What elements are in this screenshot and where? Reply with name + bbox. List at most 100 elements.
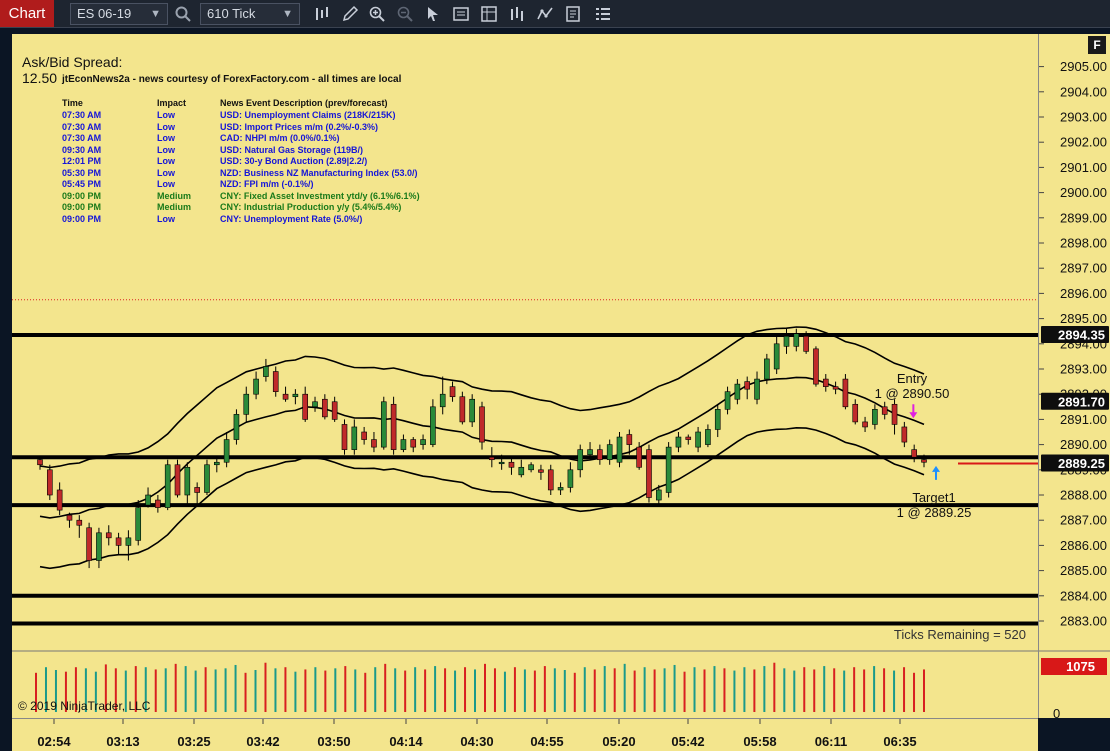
candle-body bbox=[862, 421, 868, 428]
candle bbox=[685, 434, 692, 445]
candle bbox=[194, 482, 200, 506]
candle bbox=[822, 374, 829, 392]
time-tick-label: 05:58 bbox=[743, 734, 776, 749]
candle-body bbox=[842, 378, 849, 408]
properties-icon[interactable] bbox=[452, 5, 470, 23]
bar-type-icon[interactable] bbox=[313, 5, 331, 23]
candle-body bbox=[685, 436, 692, 440]
list-icon[interactable] bbox=[594, 5, 612, 23]
candle bbox=[322, 394, 328, 420]
candle bbox=[243, 386, 250, 422]
news-row: 05:30 PM Low NZD: Business NZ Manufacturin… bbox=[0, 168, 500, 179]
news-time: 07:30 AM bbox=[62, 110, 102, 120]
candle bbox=[449, 381, 456, 402]
candle bbox=[223, 432, 230, 468]
target-order-label: 1 @ 2889.25 bbox=[897, 505, 972, 520]
candle-body bbox=[734, 383, 741, 400]
candle bbox=[272, 366, 279, 397]
candle-body bbox=[597, 449, 603, 461]
news-time: 05:45 PM bbox=[62, 179, 102, 189]
candle bbox=[233, 409, 240, 445]
candle-body bbox=[371, 439, 377, 448]
price-tick-label: 2903.00 bbox=[1060, 110, 1107, 125]
instrument-selector[interactable]: ES 06-19 ▼ bbox=[70, 3, 168, 25]
candle bbox=[479, 401, 485, 450]
candle-body bbox=[636, 446, 642, 468]
pointer-icon[interactable] bbox=[424, 5, 442, 23]
candle bbox=[567, 462, 574, 493]
candle bbox=[646, 444, 652, 503]
candle-body bbox=[351, 426, 358, 450]
candle bbox=[253, 371, 259, 400]
candle-body bbox=[263, 366, 269, 377]
copyright-label: © 2019 NinjaTrader, LLC bbox=[18, 699, 151, 713]
candle-body bbox=[86, 527, 92, 561]
chart-tab[interactable]: Chart bbox=[0, 0, 54, 27]
candle-body bbox=[410, 439, 417, 448]
instrument-value: ES 06-19 bbox=[77, 6, 132, 21]
time-tick-label: 04:14 bbox=[389, 734, 423, 749]
candle bbox=[145, 487, 151, 508]
candle-body bbox=[459, 396, 466, 423]
price-tick-label: 2888.00 bbox=[1060, 488, 1107, 503]
candle-body bbox=[498, 461, 505, 465]
news-desc: USD: 30-y Bond Auction (2.89|2.2/) bbox=[220, 156, 368, 166]
candle-body bbox=[469, 398, 475, 423]
news-header-description: News Event Description (prev/forecast) bbox=[220, 98, 388, 108]
news-time: 09:00 PM bbox=[62, 213, 102, 224]
price-tick-label: 2901.00 bbox=[1060, 160, 1107, 175]
candle-body bbox=[921, 459, 927, 463]
strategies-icon[interactable] bbox=[536, 5, 554, 23]
news-desc: USD: Natural Gas Storage (119B/) bbox=[220, 144, 364, 155]
candle bbox=[852, 399, 859, 425]
candle bbox=[105, 525, 112, 546]
candle bbox=[862, 416, 868, 432]
time-tick-label: 02:54 bbox=[37, 734, 71, 749]
f-button[interactable]: F bbox=[1088, 36, 1106, 54]
candle bbox=[459, 391, 466, 425]
candle bbox=[793, 328, 800, 352]
price-tick-label: 2883.00 bbox=[1060, 614, 1107, 629]
price-tick-label: 2904.00 bbox=[1060, 84, 1107, 99]
price-axis[interactable]: 2883.00 2884.00 2885.00 2886.00 2887.00 2888.… bbox=[1038, 34, 1110, 721]
news-desc: NZD: Business NZ Manufacturing Index (53… bbox=[220, 167, 418, 178]
candle bbox=[705, 424, 711, 448]
time-axis-svg: 02:54 03:13 03:25 03:42 03:50 04:14 04:30 04:55… bbox=[37, 719, 917, 749]
price-tick-label: 2891.00 bbox=[1060, 412, 1107, 427]
candle-body bbox=[852, 403, 859, 423]
news-row: 09:30 AM Low USD: Natural Gas Storage (119… bbox=[0, 145, 500, 156]
search-icon[interactable] bbox=[174, 5, 192, 23]
volume-zero-label: 0 bbox=[1053, 706, 1060, 718]
templates-icon[interactable] bbox=[564, 5, 582, 23]
candle bbox=[557, 482, 564, 495]
candle-body bbox=[76, 519, 83, 526]
candle-body bbox=[302, 393, 309, 420]
candle-body bbox=[155, 499, 161, 508]
candle bbox=[410, 437, 417, 453]
data-box-icon[interactable] bbox=[480, 5, 498, 23]
news-row: 07:30 AM Low CAD: NHPI m/m (0.0%/0.1%) bbox=[0, 133, 500, 144]
time-tick-label: 06:35 bbox=[883, 734, 916, 749]
ask-bid-label: Ask/Bid Spread: bbox=[22, 54, 123, 70]
candle bbox=[351, 419, 358, 455]
time-axis[interactable]: 02:54 03:13 03:25 03:42 03:50 04:14 04:30 04:55… bbox=[12, 718, 1038, 751]
news-time: 09:00 PM bbox=[62, 190, 102, 201]
zoom-out-icon[interactable] bbox=[396, 5, 414, 23]
target-arrow-icon bbox=[932, 465, 940, 480]
candle-body bbox=[214, 461, 220, 466]
candle bbox=[911, 444, 917, 463]
candle-body bbox=[547, 469, 554, 491]
interval-selector[interactable]: 610 Tick ▼ bbox=[200, 3, 300, 25]
candle bbox=[538, 464, 544, 480]
time-tick-label: 03:25 bbox=[177, 734, 210, 749]
candle bbox=[714, 404, 721, 438]
candle-body bbox=[538, 469, 544, 473]
candle-body bbox=[901, 426, 908, 443]
candle bbox=[842, 374, 849, 410]
price-tick-label: 2886.00 bbox=[1060, 538, 1107, 553]
zoom-in-icon[interactable] bbox=[368, 5, 386, 23]
pencil-icon[interactable] bbox=[341, 5, 359, 23]
candle bbox=[47, 464, 53, 501]
indicators-icon[interactable] bbox=[508, 5, 526, 23]
news-impact: Low bbox=[157, 133, 175, 143]
